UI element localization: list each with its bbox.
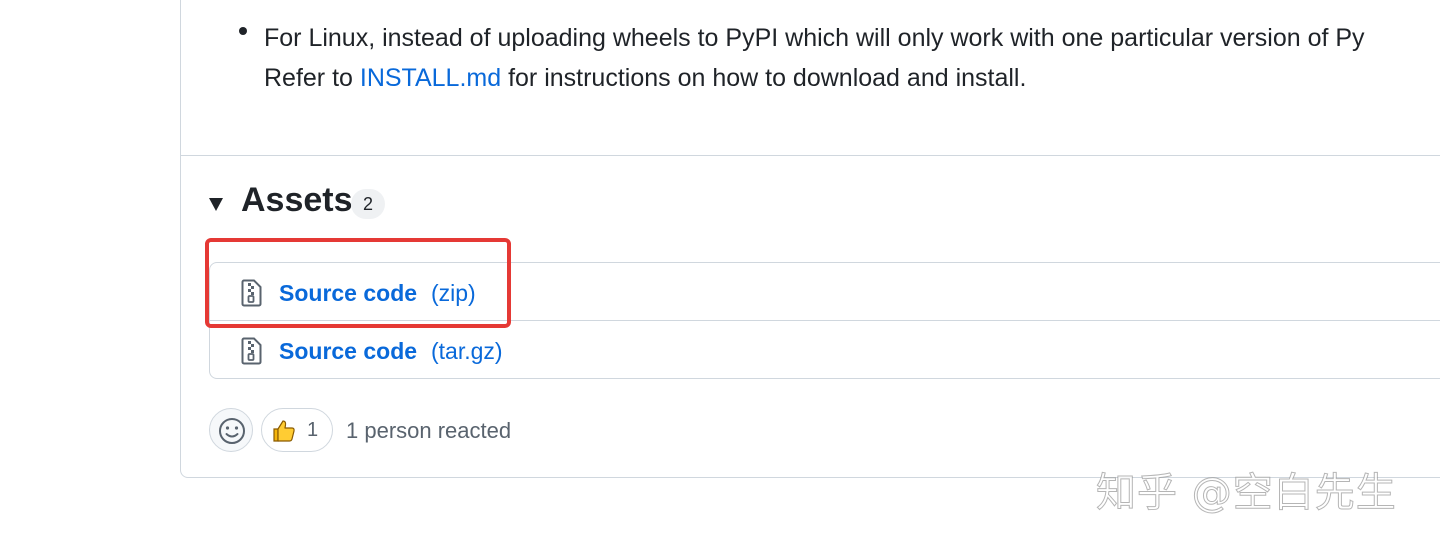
- thumbs-up-reaction-button[interactable]: 1: [261, 408, 333, 452]
- notes-line-2: Refer to INSTALL.md for instructions on …: [264, 64, 1026, 93]
- assets-count-badge: 2: [351, 189, 385, 219]
- asset-row-targz[interactable]: Source code (tar.gz): [210, 321, 1440, 379]
- bullet-point: [239, 27, 247, 35]
- install-md-link[interactable]: INSTALL.md: [360, 64, 501, 92]
- annotation-highlight-box: [205, 238, 511, 328]
- notes-line-2-prefix: Refer to: [264, 64, 360, 92]
- thumbs-up-icon: [273, 420, 295, 442]
- add-reaction-button[interactable]: [209, 408, 253, 452]
- release-notes: For Linux, instead of uploading wheels t…: [181, 0, 1440, 156]
- notes-line-2-suffix: for instructions on how to download and …: [501, 64, 1027, 92]
- reaction-summary: 1 person reacted: [346, 418, 512, 443]
- watermark-text: 知乎 @空白先生: [1096, 470, 1397, 517]
- thumbs-up-count: 1: [307, 419, 319, 441]
- notes-line-1: For Linux, instead of uploading wheels t…: [264, 24, 1365, 52]
- file-zip-icon: [241, 337, 262, 365]
- smiley-icon: [219, 418, 245, 444]
- assets-title: Assets: [241, 181, 353, 219]
- asset-name-targz[interactable]: Source code: [279, 338, 417, 365]
- asset-ext-targz[interactable]: (tar.gz): [431, 338, 503, 365]
- release-card: For Linux, instead of uploading wheels t…: [180, 0, 1440, 478]
- triangle-down-icon[interactable]: [209, 198, 223, 211]
